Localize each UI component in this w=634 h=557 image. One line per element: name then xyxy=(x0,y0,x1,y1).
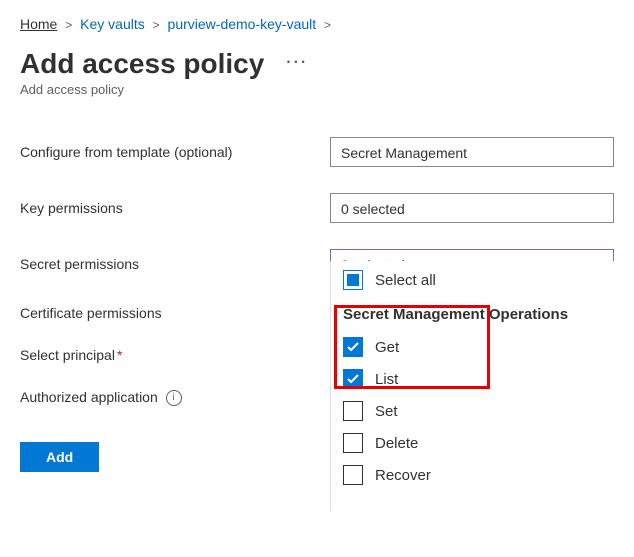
chevron-right-icon: > xyxy=(324,18,331,32)
chevron-right-icon: > xyxy=(153,18,160,32)
option-list[interactable]: List xyxy=(335,363,634,395)
breadcrumb-keyvaults[interactable]: Key vaults xyxy=(80,16,145,32)
add-button[interactable]: Add xyxy=(20,442,99,472)
page-title: Add access policy xyxy=(20,48,264,80)
secret-permissions-label: Secret permissions xyxy=(20,256,330,272)
option-recover[interactable]: Recover xyxy=(335,459,634,491)
checkbox-unchecked-icon xyxy=(343,433,363,453)
page-subtitle: Add access policy xyxy=(20,82,614,97)
option-label: Delete xyxy=(375,435,418,452)
template-select[interactable]: Secret Management xyxy=(330,137,614,167)
key-permissions-select[interactable]: 0 selected xyxy=(330,193,614,223)
option-get[interactable]: Get xyxy=(335,331,634,363)
template-label: Configure from template (optional) xyxy=(20,144,330,160)
more-actions-icon[interactable]: ··· xyxy=(286,54,308,71)
option-delete[interactable]: Delete xyxy=(335,427,634,459)
option-label: Recover xyxy=(375,467,431,484)
checkbox-checked-icon xyxy=(343,369,363,389)
secret-permissions-dropdown: Select all Secret Management Operations … xyxy=(330,261,634,511)
checkbox-unchecked-icon xyxy=(343,401,363,421)
option-label: Get xyxy=(375,339,399,356)
authorized-application-label: Authorized application i xyxy=(20,389,330,406)
select-all-label: Select all xyxy=(375,272,436,289)
select-principal-label: Select principal* xyxy=(20,347,330,363)
info-icon[interactable]: i xyxy=(166,390,182,406)
chevron-right-icon: > xyxy=(65,18,72,32)
breadcrumb-home[interactable]: Home xyxy=(20,16,57,32)
certificate-permissions-label: Certificate permissions xyxy=(20,305,330,321)
breadcrumb-vault[interactable]: purview-demo-key-vault xyxy=(168,16,317,32)
option-set[interactable]: Set xyxy=(335,395,634,427)
checkbox-checked-icon xyxy=(343,337,363,357)
key-permissions-label: Key permissions xyxy=(20,200,330,216)
dropdown-group-title: Secret Management Operations xyxy=(335,296,634,331)
option-label: List xyxy=(375,371,398,388)
option-label: Set xyxy=(375,403,398,420)
select-all-option[interactable]: Select all xyxy=(335,264,634,296)
breadcrumb: Home > Key vaults > purview-demo-key-vau… xyxy=(20,16,614,32)
checkbox-unchecked-icon xyxy=(343,465,363,485)
checkbox-indeterminate-icon xyxy=(343,270,363,290)
